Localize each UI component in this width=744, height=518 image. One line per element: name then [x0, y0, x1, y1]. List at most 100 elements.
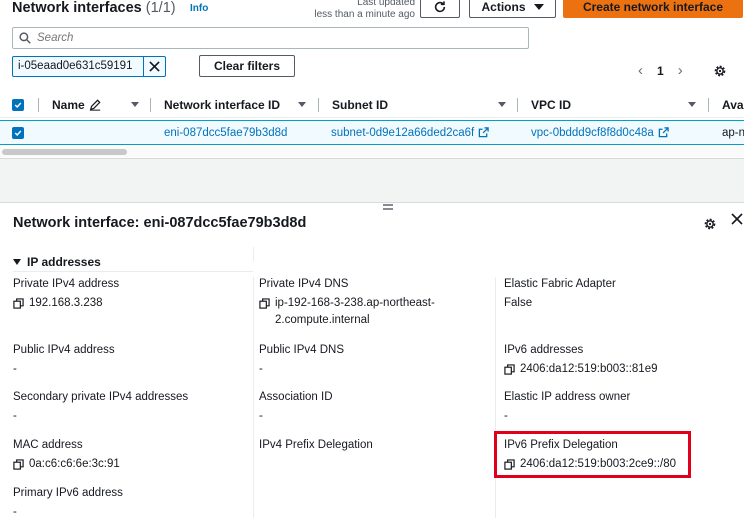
eip-owner-value: -: [504, 410, 508, 422]
info-link[interactable]: Info: [190, 3, 208, 14]
column-header-subnet-id[interactable]: Subnet ID: [332, 92, 388, 117]
field-mac-address: MAC address 0a:c6:c6:6e:3c:91: [13, 439, 120, 473]
field-ipv4-prefix-delegation: IPv4 Prefix Delegation: [259, 439, 373, 456]
field-elastic-fabric-adapter: Elastic Fabric Adapter False: [504, 278, 616, 312]
mac-value: 0a:c6:c6:6e:3c:91: [29, 458, 120, 470]
panel-splitter-area: [0, 158, 744, 202]
field-label: Secondary private IPv4 addresses: [13, 391, 189, 403]
last-updated: Last updated less than a minute ago: [300, 0, 415, 21]
remove-filter-button[interactable]: [143, 57, 165, 76]
select-all-checkbox[interactable]: [12, 92, 24, 117]
field-primary-ipv6: Primary IPv6 address -: [13, 487, 123, 518]
column-divider: [253, 277, 254, 518]
field-label: Public IPv4 address: [13, 344, 115, 356]
filter-token: i-05eaad0e631c59191: [12, 56, 166, 77]
efa-value: False: [504, 297, 533, 309]
field-elastic-ip-owner: Elastic IP address owner -: [504, 391, 630, 425]
create-network-interface-button[interactable]: Create network interface: [563, 0, 743, 18]
row-subnet-id-link[interactable]: subnet-0d9e12a66ded2ca6f: [331, 127, 474, 139]
actions-button-label: Actions: [481, 0, 526, 14]
clear-filters-label: Clear filters: [213, 59, 281, 73]
field-label: MAC address: [13, 439, 83, 451]
private-dns-line2: 2.compute.internal: [275, 314, 370, 326]
refresh-button[interactable]: [420, 0, 460, 18]
create-button-label: Create network interface: [582, 0, 724, 14]
field-label: Elastic IP address owner: [504, 391, 631, 403]
table-row[interactable]: eni-087dcc5fae79b3d8d subnet-0d9e12a66de…: [0, 120, 744, 145]
close-icon: [149, 61, 160, 72]
chevron-left-icon[interactable]: ‹: [638, 62, 643, 79]
external-link-icon: [478, 127, 489, 138]
table-header: Name Network interface ID Subnet ID VPC …: [0, 92, 744, 118]
sort-caret-icon[interactable]: [131, 102, 139, 107]
sort-caret-icon[interactable]: [688, 102, 696, 107]
gear-icon[interactable]: [703, 217, 717, 231]
ip-addresses-section-toggle[interactable]: IP addresses: [13, 255, 101, 269]
field-public-ipv4-dns: Public IPv4 DNS -: [259, 344, 344, 378]
close-icon[interactable]: [731, 213, 743, 225]
field-public-ipv4: Public IPv4 address -: [13, 344, 115, 378]
private-dns-value: ip-192-168-3-238.ap-northeast- 2.compute…: [275, 295, 435, 329]
gear-icon[interactable]: [713, 64, 727, 78]
chevron-right-icon[interactable]: ›: [678, 62, 683, 79]
column-separator: [708, 98, 709, 112]
field-label: Private IPv4 DNS: [259, 278, 349, 290]
column-header-az-label: Avai: [722, 97, 744, 112]
page-number[interactable]: 1: [657, 64, 664, 78]
field-label: Elastic Fabric Adapter: [504, 278, 616, 290]
caret-down-icon: [533, 4, 544, 10]
column-header-eni-id-label: Network interface ID: [164, 97, 281, 112]
row-vpc-id[interactable]: vpc-0bddd9cf8f8d0c48a: [531, 121, 669, 144]
column-separator: [318, 98, 319, 112]
horizontal-scrollbar-thumb[interactable]: [2, 149, 127, 155]
highlight-box: [494, 431, 691, 478]
field-private-ipv4: Private IPv4 address 192.168.3.238: [13, 278, 119, 312]
secondary-value: -: [13, 410, 17, 422]
details-title: Network interface: eni-087dcc5fae79b3d8d: [13, 215, 307, 231]
row-availability-zone: ap-n: [722, 126, 744, 139]
column-header-name[interactable]: Name: [52, 92, 101, 117]
page-title: Network interfaces (1/1): [12, 0, 176, 16]
field-association-id: Association ID -: [259, 391, 333, 425]
last-updated-value: less than a minute ago: [314, 9, 415, 20]
row-eni-id-link[interactable]: eni-087dcc5fae79b3d8d: [164, 121, 287, 144]
primary-ipv6-value: -: [13, 506, 17, 518]
column-header-eni-id[interactable]: Network interface ID: [164, 92, 280, 117]
last-updated-label: Last updated: [357, 0, 415, 8]
row-subnet-id[interactable]: subnet-0d9e12a66ded2ca6f: [331, 121, 489, 144]
page-title-text: Network interfaces: [12, 0, 142, 16]
search-bar[interactable]: [12, 27, 529, 49]
field-secondary-private-ipv4: Secondary private IPv4 addresses -: [13, 391, 188, 425]
field-label: Public IPv4 DNS: [259, 344, 345, 356]
column-header-vpc-id-label: VPC ID: [531, 97, 572, 112]
section-heading: IP addresses: [27, 255, 101, 269]
public-dns-value: -: [259, 363, 263, 375]
copy-icon[interactable]: [259, 298, 270, 309]
drag-handle-icon[interactable]: [382, 203, 394, 211]
row-vpc-id-link[interactable]: vpc-0bddd9cf8f8d0c48a: [531, 127, 654, 139]
row-checkbox[interactable]: [12, 121, 24, 144]
column-header-vpc-id[interactable]: VPC ID: [531, 92, 571, 117]
copy-icon[interactable]: [504, 364, 515, 375]
field-value: 2406:da12:519:b003::81e9: [504, 361, 658, 378]
refresh-icon: [434, 1, 446, 13]
actions-button[interactable]: Actions: [469, 0, 556, 18]
search-input[interactable]: [37, 32, 517, 44]
column-separator: [517, 98, 518, 112]
copy-icon[interactable]: [13, 459, 24, 470]
field-value: 192.168.3.238: [13, 295, 119, 312]
association-id-value: -: [259, 410, 263, 422]
column-header-availability-zone[interactable]: Avai: [722, 92, 744, 117]
section-divider: [13, 271, 253, 272]
clear-filters-button[interactable]: Clear filters: [199, 55, 295, 77]
sort-caret-icon[interactable]: [498, 102, 506, 107]
selection-count: (1/1): [145, 0, 176, 16]
field-value: 0a:c6:c6:6e:3c:91: [13, 456, 120, 473]
external-link-icon: [658, 127, 669, 138]
field-value: ip-192-168-3-238.ap-northeast- 2.compute…: [259, 295, 435, 329]
network-interfaces-panel: Network interfaces (1/1) Info Last updat…: [0, 0, 744, 160]
sort-caret-icon[interactable]: [298, 102, 306, 107]
field-label: IPv6 addresses: [504, 344, 584, 356]
checkbox-checked-icon: [12, 126, 24, 139]
copy-icon[interactable]: [13, 298, 24, 309]
